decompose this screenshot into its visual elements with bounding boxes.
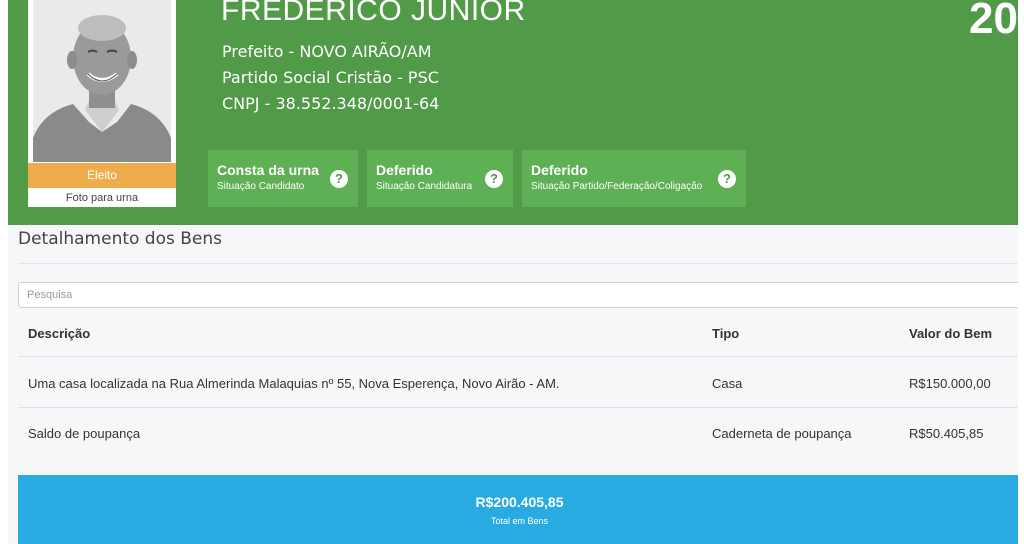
question-circle-icon[interactable]: ? bbox=[718, 170, 736, 188]
question-circle-icon[interactable]: ? bbox=[330, 170, 348, 188]
row-value: R$150.000,00 bbox=[909, 376, 991, 391]
candidate-photo bbox=[33, 0, 171, 162]
situation-candidacy-box: Deferido Situação Candidatura ? bbox=[367, 150, 513, 207]
section-divider bbox=[18, 263, 1018, 264]
situation-subtitle: Situação Candidatura bbox=[376, 181, 473, 192]
left-edge bbox=[0, 0, 8, 544]
row-type: Casa bbox=[712, 376, 743, 391]
situation-subtitle: Situação Partido/Federação/Coligação bbox=[531, 181, 703, 192]
question-circle-icon[interactable]: ? bbox=[485, 170, 503, 188]
row-type: Caderneta de poupança bbox=[712, 426, 852, 441]
column-header-description[interactable]: Descrição bbox=[28, 326, 90, 341]
candidate-office: Prefeito - NOVO AIRÃO/AM bbox=[222, 42, 432, 61]
candidate-cnpj: CNPJ - 38.552.348/0001-64 bbox=[222, 94, 440, 113]
row-divider bbox=[18, 407, 1018, 408]
candidate-page: Eleito Foto para urna FREDERICO JUNIOR P… bbox=[0, 0, 1024, 544]
assets-section: Detalhamento dos Bens Descrição Tipo Val… bbox=[8, 225, 1021, 544]
situation-title: Deferido bbox=[376, 162, 433, 178]
situation-party-box: Deferido Situação Partido/Federação/Coli… bbox=[522, 150, 746, 207]
row-description: Saldo de poupança bbox=[28, 426, 141, 441]
row-description: Uma casa localizada na Rua Almerinda Mal… bbox=[28, 376, 560, 391]
candidate-number: 20 bbox=[969, 0, 1018, 43]
total-value: R$200.405,85 bbox=[475, 494, 564, 510]
right-edge bbox=[1018, 0, 1024, 544]
photo-card: Eleito Foto para urna bbox=[28, 0, 176, 207]
situation-title: Deferido bbox=[531, 162, 588, 178]
situation-subtitle: Situação Candidato bbox=[217, 181, 305, 192]
column-header-value[interactable]: Valor do Bem bbox=[909, 326, 992, 341]
total-label: Total em Bens bbox=[490, 516, 549, 526]
section-title: Detalhamento dos Bens bbox=[18, 229, 223, 249]
status-badge: Eleito bbox=[28, 163, 176, 188]
situation-candidate-box: Consta da urna Situação Candidato ? bbox=[208, 150, 358, 207]
candidate-party: Partido Social Cristão - PSC bbox=[222, 68, 439, 87]
photo-caption: Foto para urna bbox=[65, 192, 139, 204]
search-input[interactable] bbox=[18, 282, 1021, 308]
situation-title: Consta da urna bbox=[217, 162, 319, 178]
row-value: R$50.405,85 bbox=[909, 426, 984, 441]
column-header-type[interactable]: Tipo bbox=[712, 326, 739, 341]
total-assets-bar: R$200.405,85 Total em Bens bbox=[18, 475, 1021, 544]
candidate-header: Eleito Foto para urna FREDERICO JUNIOR P… bbox=[8, 0, 1018, 225]
candidate-portrait-image bbox=[33, 0, 171, 162]
candidate-name: FREDERICO JUNIOR bbox=[221, 0, 526, 27]
header-divider bbox=[18, 356, 1018, 357]
